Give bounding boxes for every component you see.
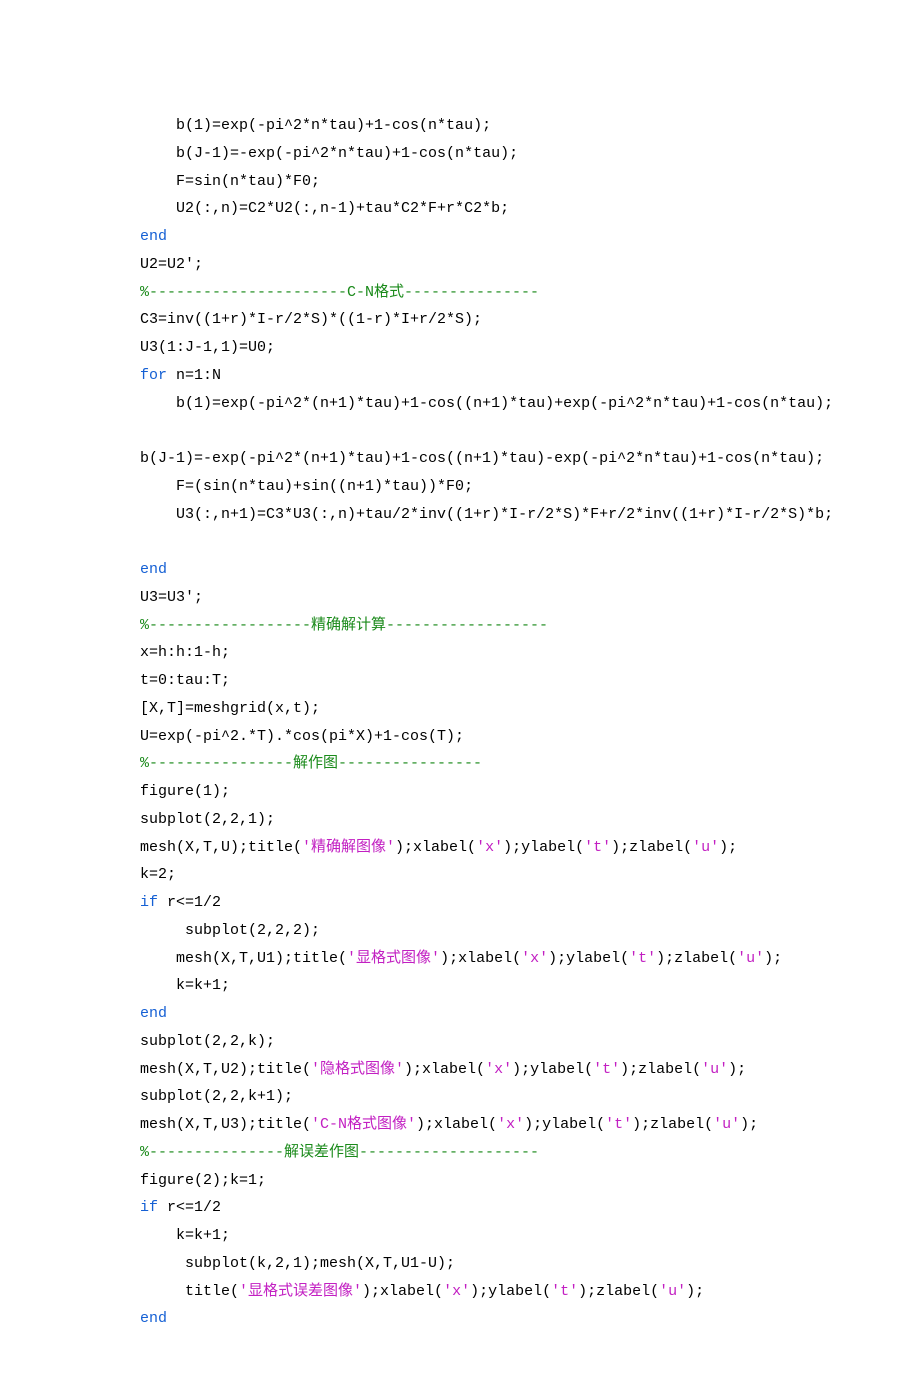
string-token: 'u'	[701, 1061, 728, 1078]
keyword-token: for	[140, 367, 167, 384]
string-token: 'u'	[737, 950, 764, 967]
code-line: b(1)=exp(-pi^2*(n+1)*tau)+1-cos((n+1)*ta…	[140, 390, 780, 418]
code-line: U=exp(-pi^2.*T).*cos(pi*X)+1-cos(T);	[140, 723, 780, 751]
code-line: figure(2);k=1;	[140, 1167, 780, 1195]
code-line: x=h:h:1-h;	[140, 639, 780, 667]
code-line: subplot(2,2,1);	[140, 806, 780, 834]
code-line: mesh(X,T,U1);title('显格式图像');xlabel('x');…	[140, 945, 780, 973]
string-token: 't'	[605, 1116, 632, 1133]
string-token: 'u'	[659, 1283, 686, 1300]
code-line: U3(:,n+1)=C3*U3(:,n)+tau/2*inv((1+r)*I-r…	[140, 501, 780, 529]
code-document: b(1)=exp(-pi^2*n*tau)+1-cos(n*tau); b(J-…	[0, 0, 920, 1393]
code-line: title('显格式误差图像');xlabel('x');ylabel('t')…	[140, 1278, 780, 1306]
string-token: 'x'	[521, 950, 548, 967]
code-line: U2(:,n)=C2*U2(:,n-1)+tau*C2*F+r*C2*b;	[140, 195, 780, 223]
keyword-token: end	[140, 1310, 167, 1327]
code-line: C3=inv((1+r)*I-r/2*S)*((1-r)*I+r/2*S);	[140, 306, 780, 334]
code-line: end	[140, 1305, 780, 1333]
code-line: mesh(X,T,U2);title('隐格式图像');xlabel('x');…	[140, 1056, 780, 1084]
code-line: %----------------------C-N格式------------…	[140, 279, 780, 307]
string-token: 't'	[593, 1061, 620, 1078]
code-line: %----------------解作图----------------	[140, 750, 780, 778]
keyword-token: if	[140, 894, 158, 911]
code-line: subplot(2,2,k+1);	[140, 1083, 780, 1111]
code-block: b(1)=exp(-pi^2*n*tau)+1-cos(n*tau); b(J-…	[140, 112, 780, 1333]
comment-token: %----------------解作图----------------	[140, 755, 482, 772]
keyword-token: end	[140, 1005, 167, 1022]
string-token: 'u'	[692, 839, 719, 856]
string-token: '隐格式图像'	[311, 1061, 404, 1078]
comment-token: %---------------解误差作图-------------------…	[140, 1144, 539, 1161]
comment-token: %----------------------C-N格式------------…	[140, 284, 539, 301]
string-token: '精确解图像'	[302, 839, 395, 856]
code-line: F=(sin(n*tau)+sin((n+1)*tau))*F0;	[140, 473, 780, 501]
code-line: mesh(X,T,U);title('精确解图像');xlabel('x');y…	[140, 834, 780, 862]
string-token: 't'	[629, 950, 656, 967]
code-line: [X,T]=meshgrid(x,t);	[140, 695, 780, 723]
code-line: mesh(X,T,U3);title('C-N格式图像');xlabel('x'…	[140, 1111, 780, 1139]
string-token: 'x'	[485, 1061, 512, 1078]
keyword-token: end	[140, 228, 167, 245]
comment-token: %------------------精确解计算----------------…	[140, 617, 548, 634]
code-line: %---------------解误差作图-------------------…	[140, 1139, 780, 1167]
code-line: b(J-1)=-exp(-pi^2*(n+1)*tau)+1-cos((n+1)…	[140, 445, 780, 473]
keyword-token: if	[140, 1199, 158, 1216]
code-line	[140, 417, 780, 445]
code-line: F=sin(n*tau)*F0;	[140, 168, 780, 196]
string-token: 'C-N格式图像'	[311, 1116, 416, 1133]
code-line: U3=U3';	[140, 584, 780, 612]
code-line: for n=1:N	[140, 362, 780, 390]
string-token: '显格式图像'	[347, 950, 440, 967]
string-token: 't'	[584, 839, 611, 856]
code-line: k=k+1;	[140, 972, 780, 1000]
code-line: %------------------精确解计算----------------…	[140, 612, 780, 640]
code-line: figure(1);	[140, 778, 780, 806]
code-line: U3(1:J-1,1)=U0;	[140, 334, 780, 362]
code-line: end	[140, 1000, 780, 1028]
code-line: U2=U2';	[140, 251, 780, 279]
code-line: k=2;	[140, 861, 780, 889]
string-token: 'u'	[713, 1116, 740, 1133]
string-token: 'x'	[443, 1283, 470, 1300]
code-line: b(J-1)=-exp(-pi^2*n*tau)+1-cos(n*tau);	[140, 140, 780, 168]
string-token: 'x'	[497, 1116, 524, 1133]
code-line: end	[140, 223, 780, 251]
string-token: 'x'	[476, 839, 503, 856]
string-token: 't'	[551, 1283, 578, 1300]
code-line	[140, 528, 780, 556]
code-line: subplot(2,2,k);	[140, 1028, 780, 1056]
keyword-token: end	[140, 561, 167, 578]
code-line: end	[140, 556, 780, 584]
code-line: if r<=1/2	[140, 889, 780, 917]
code-line: subplot(k,2,1);mesh(X,T,U1-U);	[140, 1250, 780, 1278]
code-line: subplot(2,2,2);	[140, 917, 780, 945]
code-line: k=k+1;	[140, 1222, 780, 1250]
code-line: b(1)=exp(-pi^2*n*tau)+1-cos(n*tau);	[140, 112, 780, 140]
string-token: '显格式误差图像'	[239, 1283, 362, 1300]
code-line: if r<=1/2	[140, 1194, 780, 1222]
code-line: t=0:tau:T;	[140, 667, 780, 695]
